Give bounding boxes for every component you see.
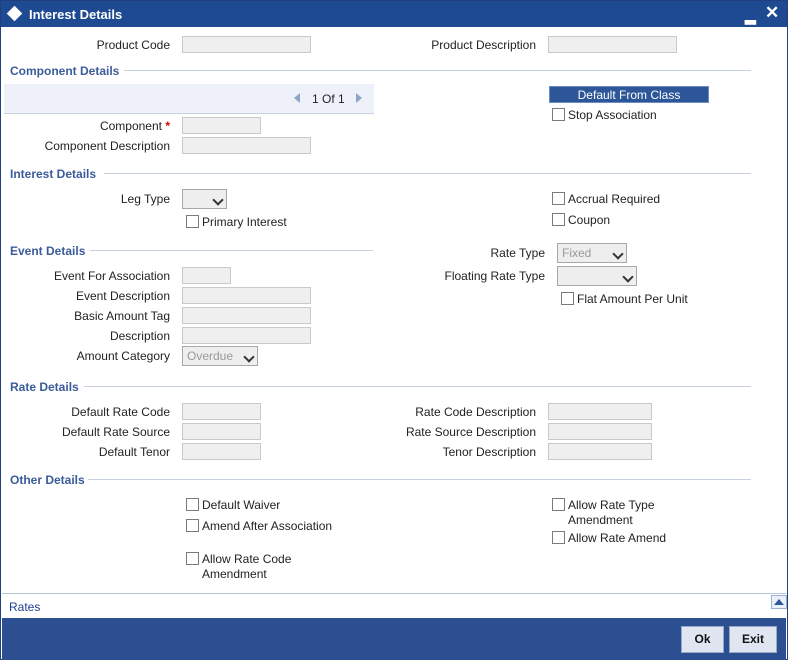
default-from-class-button[interactable]: Default From Class xyxy=(549,86,709,103)
rate-details-header: Rate Details xyxy=(10,380,79,394)
product-description-field[interactable] xyxy=(548,36,677,53)
title-bar: Interest Details ▂ ✕ xyxy=(1,1,787,27)
stop-association-checkbox[interactable] xyxy=(552,108,565,121)
rate-type-value: Fixed xyxy=(562,246,592,260)
default-rate-source-field[interactable] xyxy=(182,423,261,440)
chevron-down-icon xyxy=(212,194,224,206)
default-tenor-label: Default Tenor xyxy=(98,445,170,459)
allow-rate-code-amendment-checkbox[interactable] xyxy=(186,552,199,565)
description-field[interactable] xyxy=(182,327,311,344)
default-rate-code-field[interactable] xyxy=(182,403,261,420)
tenor-description-label: Tenor Description xyxy=(442,445,536,459)
accrual-required-checkbox[interactable] xyxy=(552,192,565,205)
rate-type-select[interactable]: Fixed xyxy=(557,243,627,263)
default-waiver-checkbox[interactable] xyxy=(186,498,199,511)
component-field[interactable] xyxy=(182,117,261,134)
allow-rate-amend-label: Allow Rate Amend xyxy=(568,531,667,545)
floating-rate-type-label: Floating Rate Type xyxy=(444,269,545,283)
component-label-text: Component xyxy=(99,119,162,133)
flat-amount-per-unit-label: Flat Amount Per Unit xyxy=(577,292,688,306)
event-for-association-label: Event For Association xyxy=(53,269,170,283)
previous-record-icon[interactable] xyxy=(294,93,300,103)
interest-details-window: Interest Details ▂ ✕ Product Code Produc… xyxy=(0,0,788,660)
primary-interest-checkbox[interactable] xyxy=(186,215,199,228)
window-title: Interest Details xyxy=(29,7,123,22)
tenor-description-field[interactable] xyxy=(548,443,652,460)
basic-amount-tag-label: Basic Amount Tag xyxy=(74,309,170,323)
footer-bar: Ok Exit xyxy=(2,618,786,660)
rate-code-description-label: Rate Code Description xyxy=(415,405,536,419)
allow-rate-code-amendment-label-line2: Amendment xyxy=(202,567,267,581)
flat-amount-per-unit-checkbox[interactable] xyxy=(561,292,574,305)
next-record-icon[interactable] xyxy=(356,93,362,103)
required-marker: * xyxy=(165,119,170,133)
product-code-field[interactable] xyxy=(182,36,311,53)
default-rate-code-label: Default Rate Code xyxy=(71,405,170,419)
accrual-required-label: Accrual Required xyxy=(568,192,661,206)
coupon-label: Coupon xyxy=(568,213,611,227)
ok-button[interactable]: Ok xyxy=(681,626,724,653)
component-label: Component * xyxy=(62,119,170,133)
amount-category-value: Overdue xyxy=(187,349,234,363)
component-details-header: Component Details xyxy=(10,64,120,78)
other-details-header: Other Details xyxy=(10,473,85,487)
pager-text: 1 Of 1 xyxy=(312,92,345,106)
close-icon[interactable]: ✕ xyxy=(765,3,779,23)
basic-amount-tag-field[interactable] xyxy=(182,307,311,324)
amend-after-association-label: Amend After Association xyxy=(202,519,333,533)
rate-type-label: Rate Type xyxy=(490,246,545,260)
amend-after-association-checkbox[interactable] xyxy=(186,519,199,532)
floating-rate-type-select[interactable] xyxy=(557,266,637,286)
exit-button[interactable]: Exit xyxy=(729,626,777,653)
section-divider xyxy=(104,173,751,174)
product-code-label: Product Code xyxy=(96,38,170,52)
chevron-down-icon xyxy=(622,271,634,283)
scroll-up-icon[interactable] xyxy=(771,595,787,609)
event-details-header: Event Details xyxy=(10,244,86,258)
event-for-association-field[interactable] xyxy=(182,267,231,284)
chevron-down-icon xyxy=(612,248,624,260)
description-label: Description xyxy=(109,329,170,343)
rates-link[interactable]: Rates xyxy=(9,600,40,614)
default-tenor-field[interactable] xyxy=(182,443,261,460)
form-content: Product Code Product Description Compone… xyxy=(2,27,786,593)
section-divider xyxy=(90,250,373,251)
coupon-checkbox[interactable] xyxy=(552,213,565,226)
allow-rate-type-amendment-label-line2: Amendment xyxy=(568,513,633,527)
allow-rate-type-amendment-label-line1: Allow Rate Type xyxy=(568,498,655,512)
section-divider xyxy=(124,70,751,71)
allow-rate-type-amendment-checkbox[interactable] xyxy=(552,498,565,511)
component-pager: 1 Of 1 xyxy=(4,84,374,114)
default-rate-source-label: Default Rate Source xyxy=(61,425,170,439)
allow-rate-amend-checkbox[interactable] xyxy=(552,531,565,544)
stop-association-label: Stop Association xyxy=(568,108,657,122)
leg-type-select[interactable] xyxy=(182,189,227,209)
interest-details-header: Interest Details xyxy=(10,167,97,181)
default-waiver-label: Default Waiver xyxy=(202,498,281,512)
chevron-down-icon xyxy=(243,351,255,363)
component-description-label: Component Description xyxy=(44,139,170,153)
event-description-label: Event Description xyxy=(75,289,170,303)
primary-interest-label: Primary Interest xyxy=(202,215,287,229)
leg-type-label: Leg Type xyxy=(120,192,170,206)
product-description-label: Product Description xyxy=(431,38,536,52)
amount-category-label: Amount Category xyxy=(76,349,170,363)
allow-rate-code-amendment-label-line1: Allow Rate Code xyxy=(202,552,292,566)
rate-source-description-label: Rate Source Description xyxy=(405,425,536,439)
event-description-field[interactable] xyxy=(182,287,311,304)
window-diamond-icon xyxy=(6,5,23,22)
rates-bar: Rates xyxy=(2,593,787,617)
rate-source-description-field[interactable] xyxy=(548,423,652,440)
section-divider xyxy=(88,479,751,480)
amount-category-select[interactable]: Overdue xyxy=(182,346,258,366)
section-divider xyxy=(84,386,751,387)
minimize-icon[interactable]: ▂ xyxy=(745,8,756,25)
rate-code-description-field[interactable] xyxy=(548,403,652,420)
component-description-field[interactable] xyxy=(182,137,311,154)
